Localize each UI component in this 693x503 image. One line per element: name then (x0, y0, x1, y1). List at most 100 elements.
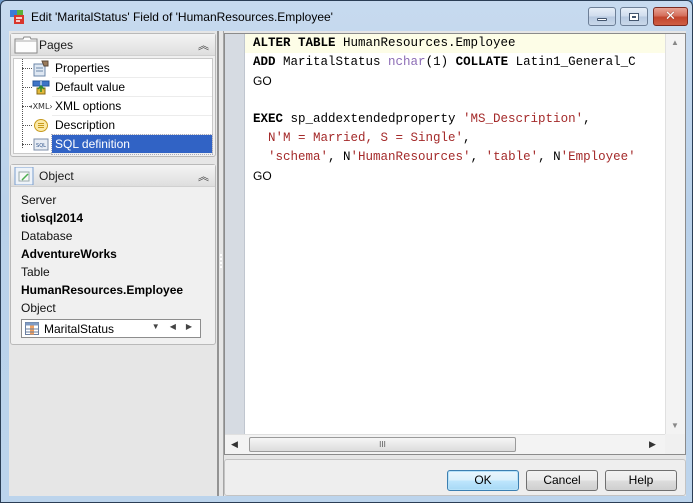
ok-button[interactable]: OK (447, 470, 519, 491)
splitter-grip (220, 262, 222, 264)
sql-code-area[interactable]: ALTER TABLE HumanResources.Employee ADD M… (245, 34, 665, 434)
code-line[interactable] (245, 91, 665, 110)
object-selector[interactable]: MaritalStatus ▼ ◀ ▶ (21, 319, 201, 338)
code-token: 'MS_Description' (463, 112, 584, 126)
tree-connector (22, 68, 32, 69)
tree-connector (22, 144, 32, 145)
code-token: HumanResources.Employee (335, 36, 516, 50)
code-token: N'M = Married, S = Single' (253, 131, 464, 145)
code-token: , N (328, 150, 351, 164)
scroll-right-icon[interactable]: ▶ (649, 439, 656, 450)
code-token: 'HumanResources' (350, 150, 471, 164)
code-token: , N (538, 150, 561, 164)
tree-connector (22, 87, 32, 88)
vertical-scrollbar[interactable]: ▲ ▼ (665, 34, 685, 434)
sql-icon: SQL (33, 138, 49, 151)
code-token: sp_addextendedproperty (283, 112, 464, 126)
code-token: nchar (388, 55, 426, 69)
splitter-grip (220, 258, 222, 260)
help-button[interactable]: Help (605, 470, 677, 491)
sql-editor[interactable]: ALTER TABLE HumanResources.Employee ADD M… (224, 33, 686, 455)
dialog-button-bar: OK Cancel Help (224, 459, 686, 496)
code-token: GO (253, 74, 272, 88)
table-label: Table (21, 265, 50, 279)
object-icon (14, 167, 34, 185)
title-bar[interactable]: Edit 'MaritalStatus' Field of 'HumanReso… (1, 1, 692, 31)
code-line[interactable]: ADD MaritalStatus nchar(1) COLLATE Latin… (245, 53, 665, 72)
pages-panel-title: Pages (39, 38, 74, 52)
code-token: , (470, 150, 486, 164)
server-value: tio\sql2014 (21, 211, 84, 225)
properties-icon (33, 60, 49, 77)
object-label: Object (21, 301, 56, 315)
window-title: Edit 'MaritalStatus' Field of 'HumanReso… (31, 10, 333, 24)
code-token: (1) (425, 55, 456, 69)
database-value: AdventureWorks (21, 247, 117, 261)
cancel-button[interactable]: Cancel (526, 470, 598, 491)
splitter-grip (220, 266, 222, 268)
code-token: 'schema' (253, 150, 329, 164)
scroll-down-icon[interactable]: ▼ (671, 421, 679, 430)
page-item-label: XML options (52, 97, 212, 116)
page-item-default-value[interactable]: Default value (14, 78, 212, 97)
page-item-xml-options[interactable]: ‹XML› XML options (14, 97, 212, 116)
code-token: EXEC (253, 112, 284, 126)
dialog-client-area: Pages ︽ Properties Default value ‹XML› X… (9, 31, 686, 496)
minimize-button[interactable] (588, 7, 616, 26)
dialog-window: Edit 'MaritalStatus' Field of 'HumanReso… (0, 0, 693, 503)
code-line[interactable]: GO (245, 167, 665, 186)
code-token: ALTER TABLE (253, 36, 336, 50)
dropdown-arrow-icon[interactable]: ▼ (152, 322, 164, 331)
code-line[interactable]: GO (245, 72, 665, 91)
close-icon: ✕ (665, 9, 676, 24)
code-token: MaritalStatus (275, 55, 389, 69)
xml-icon: ‹XML› (29, 102, 53, 111)
object-panel-header[interactable]: Object ︽ (11, 165, 215, 187)
default-value-icon (32, 80, 50, 95)
collapse-pages-icon[interactable]: ︽ (198, 37, 209, 53)
folder-icon (14, 36, 38, 54)
object-panel-title: Object (39, 169, 74, 183)
collapse-object-icon[interactable]: ︽ (198, 168, 209, 184)
database-label: Database (21, 229, 73, 243)
pages-tree: Properties Default value ‹XML› XML optio… (13, 58, 213, 155)
code-token: 'table' (485, 150, 539, 164)
code-line[interactable]: 'schema', N'HumanResources', 'table', N'… (245, 148, 665, 167)
maximize-button[interactable] (620, 7, 648, 26)
scroll-up-icon[interactable]: ▲ (671, 38, 679, 47)
next-arrow-icon[interactable]: ▶ (186, 322, 196, 331)
object-selector-controls: ▼ ◀ ▶ (152, 322, 196, 331)
previous-arrow-icon[interactable]: ◀ (170, 322, 180, 331)
left-pane: Pages ︽ Properties Default value ‹XML› X… (9, 31, 217, 496)
code-token: 'Employee' (560, 150, 636, 164)
code-token: , (463, 131, 471, 145)
minimize-icon (597, 17, 607, 21)
editor-gutter (225, 34, 245, 434)
pane-splitter[interactable] (217, 31, 224, 496)
page-item-sql-definition[interactable]: SQL SQL definition (14, 134, 213, 155)
close-button[interactable]: ✕ (653, 7, 688, 26)
pages-panel: Pages ︽ Properties Default value ‹XML› X… (10, 33, 216, 157)
page-item-label: Default value (52, 78, 212, 97)
svg-text:SQL: SQL (36, 143, 46, 149)
page-item-description[interactable]: Description (14, 116, 212, 135)
horizontal-scrollbar[interactable]: ◀ III ▶ (225, 434, 665, 454)
code-line[interactable]: EXEC sp_addextendedproperty 'MS_Descript… (245, 110, 665, 129)
code-token: COLLATE (455, 55, 509, 69)
scrollbar-corner (665, 434, 685, 454)
code-line[interactable]: N'M = Married, S = Single', (245, 129, 665, 148)
table-column-icon (25, 322, 39, 335)
page-item-properties[interactable]: Properties (14, 59, 212, 78)
maximize-icon (629, 12, 639, 21)
object-panel: Object ︽ Server tio\sql2014 Database Adv… (10, 164, 216, 345)
object-selector-value: MaritalStatus (44, 322, 115, 336)
splitter-grip (220, 254, 222, 256)
page-item-label: Properties (52, 59, 212, 78)
code-line[interactable]: ALTER TABLE HumanResources.Employee (245, 34, 665, 53)
description-icon (34, 119, 48, 132)
table-value: HumanResources.Employee (21, 283, 184, 297)
code-token: Latin1_General_C (508, 55, 636, 69)
scroll-left-icon[interactable]: ◀ (231, 439, 238, 450)
horizontal-scroll-thumb[interactable]: III (249, 437, 516, 452)
pages-panel-header[interactable]: Pages ︽ (11, 34, 215, 56)
